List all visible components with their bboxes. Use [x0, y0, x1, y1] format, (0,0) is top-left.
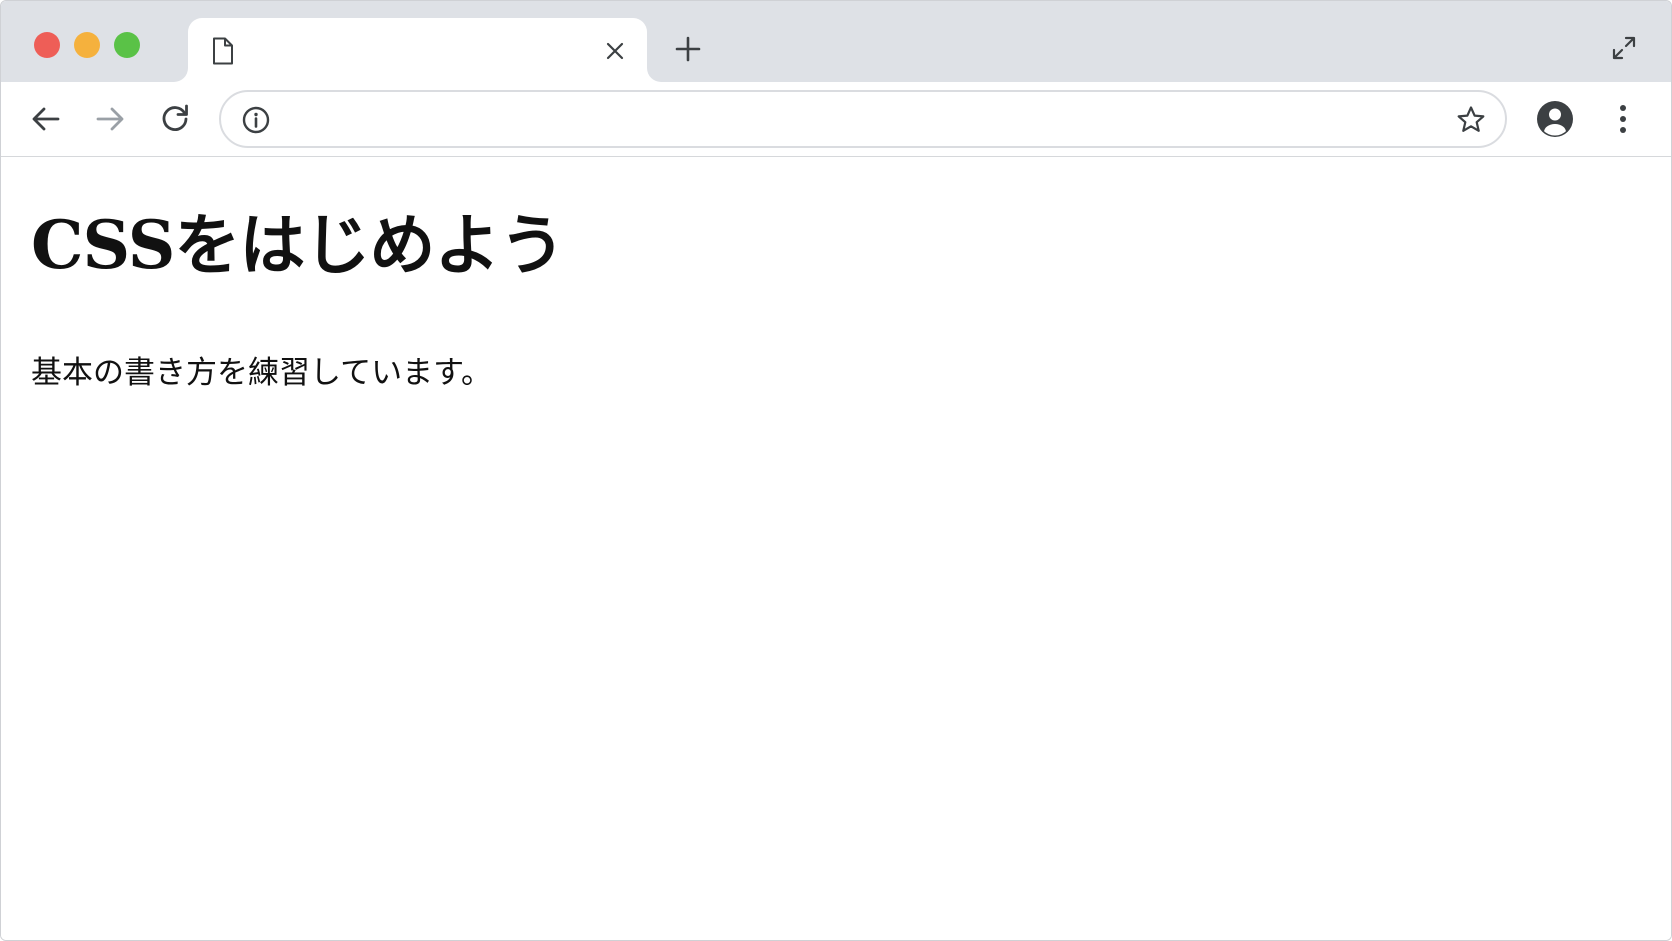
- arrow-right-icon[interactable]: [92, 101, 128, 137]
- star-icon[interactable]: [1455, 104, 1487, 136]
- browser-window: CSSをはじめよう 基本の書き方を練習しています。: [0, 0, 1672, 941]
- document-icon: [212, 37, 234, 65]
- tab-active[interactable]: [188, 18, 647, 82]
- page-paragraph: 基本の書き方を練習しています。: [31, 355, 492, 391]
- toolbar: [1, 82, 1671, 157]
- address-bar[interactable]: [219, 90, 1507, 148]
- tab-strip: [1, 1, 1671, 82]
- reload-icon[interactable]: [157, 101, 193, 137]
- url-input[interactable]: [287, 102, 1407, 136]
- account-circle-icon[interactable]: [1535, 99, 1575, 139]
- info-icon[interactable]: [241, 105, 271, 135]
- window-close-button[interactable]: [34, 32, 60, 58]
- window-maximize-button[interactable]: [114, 32, 140, 58]
- page-heading: CSSをはじめよう: [31, 206, 565, 284]
- kebab-menu-icon[interactable]: [1605, 99, 1641, 139]
- expand-icon[interactable]: [1610, 34, 1638, 62]
- plus-icon[interactable]: [673, 34, 703, 64]
- close-icon[interactable]: [603, 39, 627, 63]
- window-minimize-button[interactable]: [74, 32, 100, 58]
- page-viewport: CSSをはじめよう 基本の書き方を練習しています。: [1, 157, 1671, 940]
- arrow-left-icon[interactable]: [28, 101, 64, 137]
